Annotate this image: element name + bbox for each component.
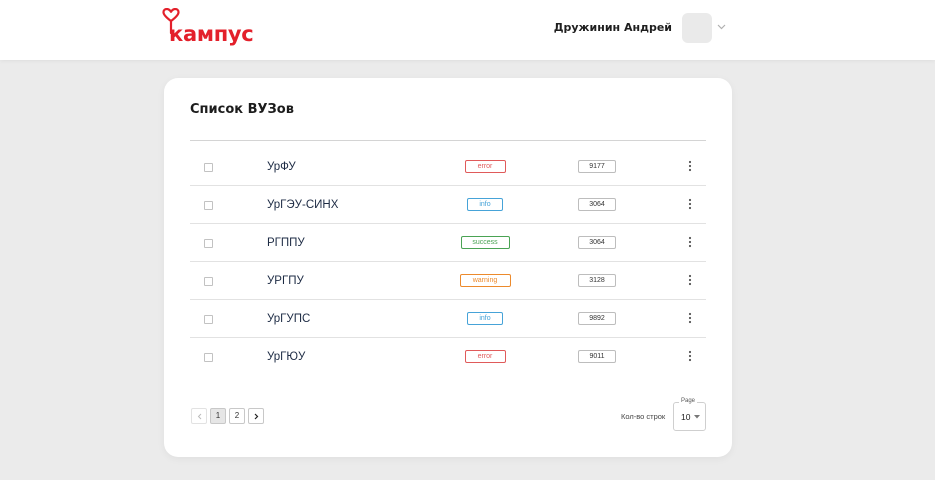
count-badge: 3128 [578,274,616,287]
divider [190,140,706,141]
table-row: УРГПУ warning 3128 [190,262,706,300]
row-checkbox[interactable] [204,201,213,210]
universities-table: УрФУ error 9177 УрГЭУ-СИНХ info 3064 РГП… [190,148,706,376]
chevron-left-icon [197,413,201,419]
university-name: УрФУ [267,161,296,173]
row-checkbox[interactable] [204,315,213,324]
more-vertical-icon[interactable] [688,236,692,248]
page-button-1[interactable]: 1 [210,408,226,424]
count-badge: 9177 [578,160,616,173]
app-logo[interactable]: кампус [162,8,254,48]
pagination: 1 2 [191,408,264,425]
universities-card: Список ВУЗов УрФУ error 9177 УрГЭУ-СИНХ … [164,78,732,457]
rows-per-page-label: Кол-во строк [621,412,666,421]
status-badge: info [467,312,503,325]
status-badge: info [467,198,503,211]
university-name: УрГУПС [267,313,311,325]
page-title: Список ВУЗов [190,102,294,117]
row-checkbox[interactable] [204,163,213,172]
prev-page-button[interactable] [191,408,207,424]
row-checkbox[interactable] [204,277,213,286]
table-row: УрГЭУ-СИНХ info 3064 [190,186,706,224]
caret-down-icon [694,415,700,419]
more-vertical-icon[interactable] [688,274,692,286]
university-name: УРГПУ [267,275,304,287]
more-vertical-icon[interactable] [688,350,692,362]
more-vertical-icon[interactable] [688,198,692,210]
next-page-button[interactable] [248,408,264,424]
status-badge: error [464,160,506,173]
count-badge: 3064 [578,198,616,211]
university-name: РГППУ [267,237,305,249]
page-button-2[interactable]: 2 [229,408,245,424]
logo-text: кампус [169,22,254,46]
row-checkbox[interactable] [204,239,213,248]
university-name: УрГЮУ [267,351,306,363]
more-vertical-icon[interactable] [688,312,692,324]
avatar[interactable] [682,13,712,43]
chevron-down-icon[interactable] [717,24,726,30]
university-name: УрГЭУ-СИНХ [267,199,339,211]
table-row: УрГУПС info 9892 [190,300,706,338]
status-badge: success [460,236,510,249]
status-badge: error [464,350,506,363]
table-row: УрГЮУ error 9011 [190,338,706,376]
page-size-select[interactable]: Page 10 [673,397,706,431]
chevron-right-icon [254,413,258,419]
count-badge: 3064 [578,236,616,249]
count-badge: 9011 [578,350,616,363]
table-row: УрФУ error 9177 [190,148,706,186]
page-size-legend: Page [679,397,698,405]
user-name[interactable]: Дружинин Андрей [554,21,672,35]
status-badge: warning [459,274,511,287]
table-row: РГППУ success 3064 [190,224,706,262]
count-badge: 9892 [578,312,616,325]
page-size-value: 10 [681,412,691,422]
app-header: кампус Дружинин Андрей [0,0,935,60]
row-checkbox[interactable] [204,353,213,362]
more-vertical-icon[interactable] [688,160,692,172]
